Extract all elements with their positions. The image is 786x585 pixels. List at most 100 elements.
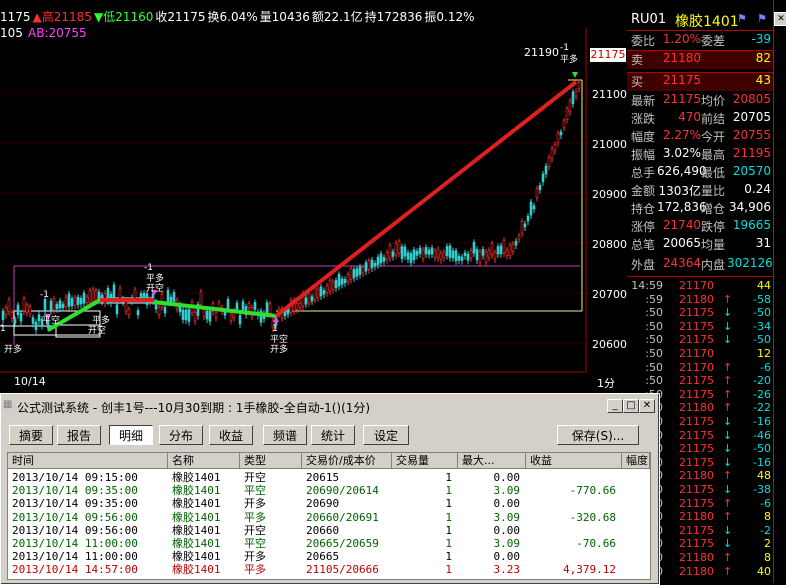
cell-time: 2013/10/14 11:00:00 [12,537,138,550]
cell-max: 3.09 [493,537,521,550]
tick-price: 21175 [679,483,714,496]
svg-text:-1: -1 [560,43,569,53]
tab-1[interactable]: 报告 [57,425,101,445]
minimize-button[interactable]: _ [607,399,623,413]
cell-price: 20665/20659 [306,537,379,550]
table-row[interactable]: 2013/10/14 09:35:00 橡胶1401 开多 20690 1 0.00 [8,497,650,510]
tab-2[interactable]: 明细 [109,425,153,445]
tick-time: :50 [645,306,663,320]
quote-label: 涨跌 [631,112,656,126]
table-row[interactable]: 2013/10/14 09:35:00 橡胶1401 平空 20690/20614 1 3… [8,484,650,497]
quote-label: 委差 [701,34,726,48]
tab-4[interactable]: 收益 [209,425,253,445]
tick-volume: -16 [753,415,771,428]
tick-time: :50 [645,319,663,333]
quote-value: 20065 [662,236,701,250]
table-row[interactable]: 2013/10/14 09:56:00 橡胶1401 平多 20660/20691 1 3… [8,511,650,524]
column-header[interactable]: 收益 [526,453,622,469]
quote-row: 总笔 20065 均量 31 [627,236,773,254]
quote-row: 涨跌 470 前结 20705 [627,110,773,128]
table-row[interactable]: 2013/10/14 11:00:00 橡胶1401 开多 20665 1 0.00 [8,550,650,563]
tab-5[interactable]: 频谱 [263,425,307,445]
tick-volume: -38 [753,483,771,496]
cell-type: 开空 [244,523,266,537]
tab-0[interactable]: 摘要 [9,425,53,445]
table-row[interactable]: 2013/10/14 14:57:00 橡胶1401 平多 21105/20666 1 3… [8,563,650,576]
tick-price: 21175 [679,523,714,537]
cell-max: 3.09 [493,510,521,524]
quote-label: 量比 [701,184,726,198]
tick-time: :50 [645,374,663,388]
cell-name: 橡胶1401 [172,537,221,550]
column-header[interactable]: 名称 [168,453,240,469]
quote-value: 1.20% [662,32,701,46]
cell-qty: 1 [445,510,452,524]
column-header[interactable]: 交易价/成本价 [302,453,392,469]
column-header[interactable]: 类型 [240,453,302,469]
info-segment: 持172836 [364,10,423,24]
quote-value: -39 [751,32,771,46]
tick-volume: -2 [760,523,771,537]
quote-value: 20755 [732,128,771,142]
cell-max: 0.00 [493,550,521,564]
save-button[interactable]: 保存(S)... [557,425,639,445]
close-button[interactable]: ✕ [639,399,655,413]
quote-value: 0.24 [744,182,771,196]
close-icon[interactable]: ✕ [774,12,786,26]
cell-time: 2013/10/14 09:15:00 [12,471,138,484]
quote-value: 1303亿 [658,184,701,198]
tick-row: :5021175↓-50 [627,333,773,346]
column-header[interactable]: 时间 [8,453,168,469]
y-tick-label: 20700 [592,288,627,301]
cell-price: 20660 [306,523,340,537]
cell-name: 橡胶1401 [172,510,221,524]
quote-row: 总手 626,490 最低 20570 [627,164,773,182]
cell-max: 0.00 [493,497,521,511]
column-header[interactable]: 幅度 [622,453,650,469]
column-header[interactable]: 最大... [458,453,526,469]
flag-icon-2[interactable]: ⚑ [757,12,767,25]
tick-volume: -20 [753,374,771,388]
tick-price: 21180 [679,510,714,524]
quote-row: 最新 21175 均价 20805 [627,92,773,110]
quote-label: 最低 [701,166,726,180]
quote-scrollbar[interactable]: ✕ [773,0,786,583]
quote-row: 振幅 3.02% 最高 21195 [627,146,773,164]
tick-volume: 40 [757,564,771,578]
flag-icon[interactable]: ⚑ [737,12,747,25]
cell-qty: 1 [445,523,452,537]
table-row[interactable]: 2013/10/14 11:00:00 橡胶1401 平空 20665/20659 1 3… [8,537,650,550]
table-row[interactable]: 2013/10/14 09:15:00 橡胶1401 开空 20615 1 0.00 [8,471,650,484]
table-row[interactable]: 2013/10/14 09:56:00 橡胶1401 开空 20660 1 0.00 [8,524,650,537]
tick-volume: -50 [753,442,771,456]
kline-chart[interactable]: -1 平空 平多 开空 -1 平多 开空 1 开多 1 平空 开多 -1 平多 … [0,0,627,390]
period-label[interactable]: 1分 [597,375,615,391]
tab-6[interactable]: 统计 [311,425,355,445]
dialog-titlebar[interactable]: ▦ 公式测试系统 - 创丰1号---10月30到期 : 1手橡胶-全自动-1()… [3,396,655,415]
svg-text:平空: 平空 [42,314,60,326]
svg-text:开多: 开多 [4,343,22,355]
cell-name: 橡胶1401 [172,550,221,564]
quote-label: 买 [631,75,644,89]
peak-label: 21190 [524,46,559,59]
tick-price: 21180 [679,564,714,578]
tick-volume: -22 [753,401,771,415]
quote-label: 振幅 [631,148,656,162]
tick-price: 21170 [679,347,714,360]
y-tick-label: 20600 [592,338,627,351]
info-segment: 振0.12% [424,10,475,24]
column-header[interactable]: 交易量 [392,453,458,469]
quote-label: 前结 [701,112,726,126]
tick-price: 21170 [679,279,714,292]
quote-label: 跌停 [701,220,726,234]
tick-price: 21175 [679,496,714,510]
cell-name: 橡胶1401 [172,484,221,498]
tab-3[interactable]: 分布 [159,425,203,445]
tab-7[interactable]: 设定 [363,425,409,445]
maximize-button[interactable]: □ [623,399,639,413]
cell-type: 开多 [244,497,266,511]
cell-time: 2013/10/14 09:35:00 [12,484,138,498]
quote-label: 涨停 [631,220,656,234]
svg-text:平多: 平多 [146,272,164,284]
quote-row: 委比 1.20% 委差 -39 [627,32,773,50]
